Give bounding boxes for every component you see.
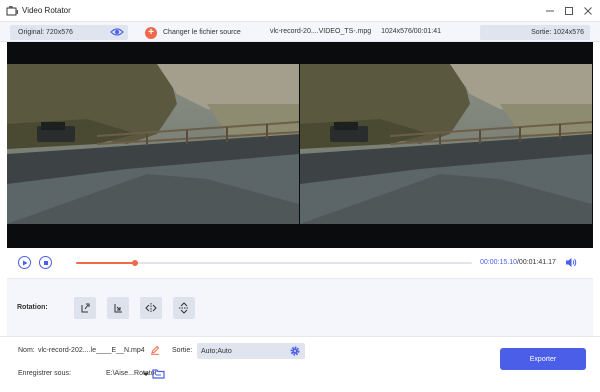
- export-settings: Nom: vlc-record-202....le____E__N.mp4 So…: [0, 336, 600, 392]
- original-preview: [7, 64, 299, 224]
- source-file-details: 1024x576/00:01:41: [381, 28, 442, 35]
- timeline-slider[interactable]: [76, 260, 472, 266]
- title-bar: Video Rotator: [0, 0, 600, 22]
- time-display: 00:00:15.10/00:01:41.17: [480, 259, 556, 266]
- flip-vertical-icon: [179, 302, 189, 314]
- rotation-label: Rotation:: [17, 304, 48, 311]
- output-resolution-label: Sortie: 1024x576: [531, 29, 584, 36]
- play-icon: [22, 260, 27, 265]
- output-format-value: Auto;Auto: [201, 347, 232, 355]
- name-label: Nom:: [18, 347, 35, 354]
- minimize-button[interactable]: [541, 3, 559, 19]
- player-controls: 00:00:15.10/00:01:41.17: [7, 248, 593, 278]
- timeline-handle[interactable]: [132, 260, 139, 266]
- volume-icon[interactable]: [565, 257, 577, 270]
- current-time: 00:00:15.10: [480, 259, 517, 266]
- original-resolution: Original: 720x576: [10, 25, 128, 40]
- minimize-icon: [546, 10, 554, 12]
- play-button[interactable]: [18, 256, 31, 269]
- folder-icon[interactable]: [152, 368, 165, 381]
- rotation-panel: Rotation:: [7, 278, 593, 336]
- flip-horizontal-icon: [145, 303, 157, 313]
- video-frame-original: [7, 64, 299, 224]
- output-resolution: Sortie: 1024x576: [480, 25, 590, 40]
- close-icon: [584, 7, 592, 15]
- source-file-name: vlc-record-20....VIDEO_TS-.mpg: [270, 28, 372, 35]
- rotate-left-button[interactable]: [74, 297, 96, 319]
- app-icon: [6, 5, 18, 16]
- maximize-icon: [565, 7, 573, 15]
- source-file-info: vlc-record-20....VIDEO_TS-.mpg 1024x576/…: [270, 28, 441, 35]
- window-title: Video Rotator: [22, 6, 71, 15]
- close-button[interactable]: [579, 3, 597, 19]
- rotate-right-button[interactable]: [107, 297, 129, 319]
- rotate-right-icon: [114, 304, 122, 313]
- edit-name-icon[interactable]: [150, 345, 160, 357]
- change-source-label: Changer le fichier source: [163, 29, 241, 36]
- plus-icon: +: [145, 26, 157, 39]
- original-label: Original: 720x576: [18, 29, 73, 36]
- flip-horizontal-button[interactable]: [140, 297, 162, 319]
- info-bar: Original: 720x576 + Changer le fichier s…: [0, 22, 600, 42]
- gear-icon[interactable]: [289, 345, 301, 359]
- export-button[interactable]: Exporter: [500, 348, 586, 370]
- output-file-name: vlc-record-202....le____E__N.mp4: [38, 347, 145, 354]
- output-format-label: Sortie:: [172, 347, 193, 354]
- output-format-select[interactable]: Auto;Auto: [197, 343, 305, 359]
- change-source-button[interactable]: + Changer le fichier source: [145, 25, 241, 40]
- stop-icon: [43, 260, 48, 265]
- rotate-left-icon: [81, 303, 90, 313]
- chevron-down-icon[interactable]: [142, 370, 150, 380]
- timeline-progress: [76, 262, 136, 264]
- total-time: /00:01:41.17: [516, 259, 556, 266]
- save-as-label: Enregistrer sous:: [18, 370, 71, 377]
- flip-vertical-button[interactable]: [173, 297, 195, 319]
- maximize-button[interactable]: [560, 3, 578, 19]
- video-frame-output: [300, 64, 592, 224]
- output-preview: [300, 64, 592, 224]
- video-preview: [7, 42, 593, 248]
- eye-icon[interactable]: [110, 27, 124, 39]
- stop-button[interactable]: [39, 256, 52, 269]
